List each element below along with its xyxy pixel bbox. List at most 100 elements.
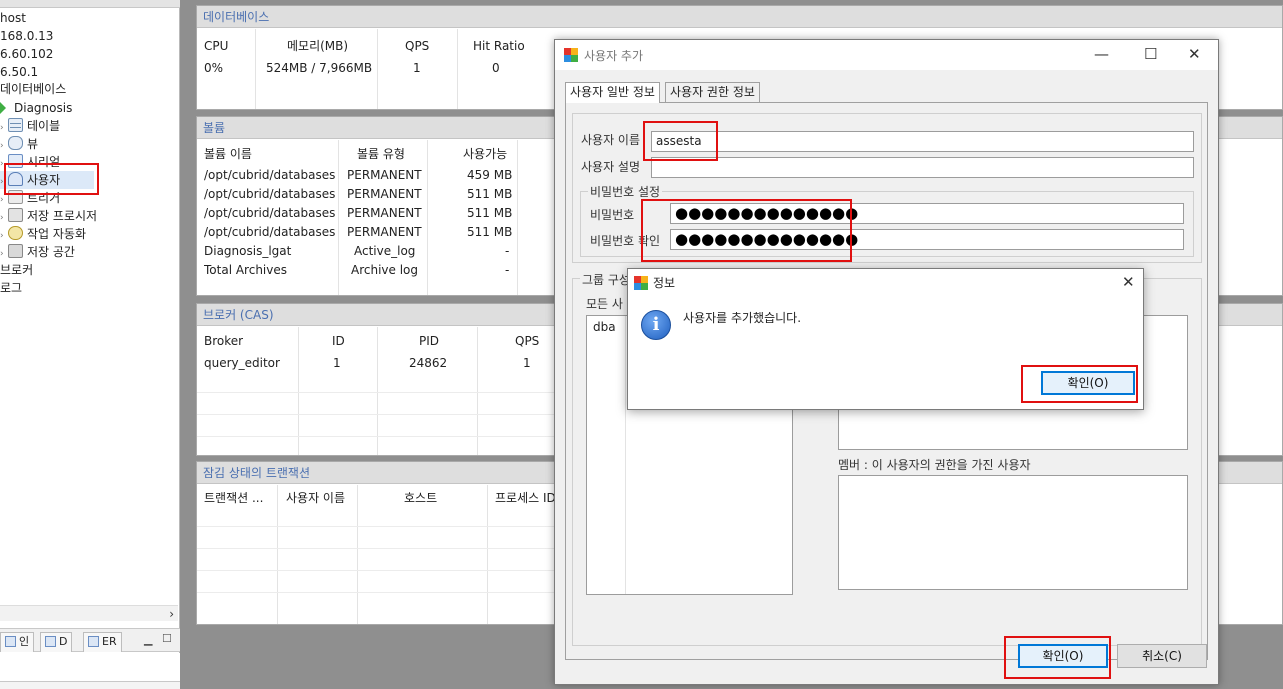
navigator-horizontal-scrollbar[interactable]: › — [0, 605, 178, 621]
column-divider — [487, 485, 488, 624]
tree-item-tables[interactable]: › 테이블 — [0, 117, 60, 135]
tree-label: 저장 프로시저 — [27, 209, 98, 223]
tree-label: host — [0, 11, 26, 25]
column-divider — [427, 140, 428, 295]
row-divider — [197, 548, 557, 549]
info-confirm-button[interactable]: 확인(O) — [1041, 371, 1135, 395]
column-header[interactable]: 볼륨 이름 — [204, 145, 252, 164]
username-label: 사용자 이름 — [581, 133, 641, 147]
tree-item-serials[interactable]: › 시리얼 — [0, 153, 60, 171]
tree-item-storage[interactable]: › 저장 공간 — [0, 243, 75, 261]
row-divider — [197, 592, 557, 593]
gear-icon — [8, 226, 23, 240]
tab-er[interactable]: ER — [83, 632, 122, 652]
row-divider — [197, 392, 557, 393]
memory-value: 524MB / 7,966MB — [266, 61, 373, 75]
column-divider — [625, 316, 626, 594]
all-users-label: 모든 사 — [586, 297, 623, 311]
members-list[interactable] — [838, 475, 1188, 590]
confirm-button[interactable]: 확인(O) — [1018, 644, 1108, 668]
column-header[interactable]: Broker — [204, 332, 243, 351]
description-input[interactable] — [651, 157, 1194, 178]
tree-item-host-address-3[interactable]: 6.50.1 — [0, 63, 38, 81]
username-input[interactable]: assesta — [651, 131, 1194, 152]
cancel-button[interactable]: 취소(C) — [1117, 644, 1207, 668]
row-divider — [197, 570, 557, 571]
minimize-view-icon[interactable]: ▁ — [144, 633, 152, 646]
column-header[interactable]: 메모리(MB) — [287, 37, 348, 56]
column-divider — [357, 485, 358, 624]
info-icon: i — [641, 310, 671, 340]
panel-title: 데이터베이스 — [197, 6, 1282, 28]
app-logo-icon — [634, 276, 648, 290]
list-item[interactable]: dba — [593, 320, 616, 334]
tab-label: 인 — [19, 635, 30, 648]
column-header[interactable]: PID — [419, 332, 439, 351]
minimize-icon[interactable]: — — [1094, 46, 1109, 62]
message-text: 사용자를 추가했습니다. — [683, 311, 802, 325]
column-header[interactable]: ID — [332, 332, 345, 351]
tree-item-host-address-1[interactable]: 168.0.13 — [0, 27, 53, 45]
password-confirm-label: 비밀번호 확인 — [590, 234, 661, 248]
group-config-title: 그룹 구성 — [580, 271, 632, 288]
navigator-bottom-tabs: 인 D ER ▁ ☐ — [0, 628, 180, 652]
tree-item-job-automation[interactable]: › 작업 자동화 — [0, 225, 86, 243]
tab-label: D — [59, 635, 68, 648]
column-header[interactable]: Hit Ratio — [473, 37, 525, 56]
tree-item-views[interactable]: › 뷰 — [0, 135, 38, 153]
close-icon[interactable]: ✕ — [1188, 46, 1201, 62]
tree-label: 168.0.13 — [0, 29, 54, 43]
table-cell: 511 MB — [467, 225, 513, 239]
scroll-right-icon[interactable]: › — [169, 606, 174, 622]
column-header[interactable]: 볼륨 유형 — [357, 145, 405, 164]
tree-label: 사용자 — [27, 173, 61, 187]
column-header[interactable]: QPS — [405, 37, 429, 56]
column-header[interactable]: 사용자 이름 — [286, 489, 345, 508]
maximize-view-icon[interactable]: ☐ — [162, 632, 172, 645]
password-label: 비밀번호 — [590, 208, 635, 222]
tree-item-databases[interactable]: 데이터베이스 — [0, 80, 66, 98]
tree-label: 6.60.102 — [0, 47, 54, 61]
index-icon — [5, 636, 16, 647]
close-icon[interactable]: ✕ — [1122, 274, 1135, 290]
table-cell: /opt/cubrid/databases... — [204, 187, 336, 201]
maximize-icon[interactable]: ☐ — [1144, 46, 1157, 62]
tree-item-triggers[interactable]: › 트리거 — [0, 189, 60, 207]
tree-item-diagnosis[interactable]: Diagnosis — [0, 99, 72, 117]
tree-label: 6.50.1 — [0, 65, 39, 79]
column-header[interactable]: CPU — [204, 37, 228, 56]
tab-user-permission-info[interactable]: 사용자 권한 정보 — [665, 82, 760, 103]
info-message-dialog: 정보 ✕ i 사용자를 추가했습니다. 확인(O) — [627, 268, 1144, 410]
column-header[interactable]: 호스트 — [404, 489, 437, 508]
tab-index[interactable]: 인 — [0, 632, 35, 652]
column-header[interactable]: 트랜잭션 ... — [204, 489, 274, 508]
table-cell: 511 MB — [467, 206, 513, 220]
members-label: 멤버 : 이 사용자의 권한을 가진 사용자 — [838, 458, 1031, 472]
column-header[interactable]: QPS — [515, 332, 539, 351]
tab-user-general-info[interactable]: 사용자 일반 정보 — [565, 82, 660, 103]
user-icon — [8, 172, 23, 186]
password-confirm-input[interactable]: ●●●●●●●●●●●●●● — [670, 229, 1184, 250]
er-diagram-icon — [88, 636, 99, 647]
tree-label: 브로커 — [0, 263, 34, 277]
password-input[interactable]: ●●●●●●●●●●●●●● — [670, 203, 1184, 224]
table-cell: PERMANENT — [347, 225, 422, 239]
tree-item-users[interactable]: › 사용자 — [0, 171, 94, 189]
table-cell: PERMANENT — [347, 168, 422, 182]
column-header[interactable]: 프로세스 ID — [495, 489, 555, 508]
tree-item-stored-procedures[interactable]: › 저장 프로시저 — [0, 207, 97, 225]
broker-id: 1 — [333, 356, 341, 370]
tree-label: 저장 공간 — [27, 245, 75, 259]
broker-pid: 24862 — [409, 356, 448, 370]
tree-item-host[interactable]: host — [0, 9, 26, 27]
qps-value: 1 — [413, 61, 421, 75]
tree-item-brokers[interactable]: 브로커 — [0, 261, 33, 279]
tree-label: 로그 — [0, 281, 23, 295]
tree-item-logs[interactable]: 로그 — [0, 279, 22, 297]
serial-icon — [8, 154, 23, 168]
table-cell: - — [505, 263, 510, 277]
column-header[interactable]: 사용가능 — [463, 145, 507, 164]
tree-item-host-address-2[interactable]: 6.60.102 — [0, 45, 53, 63]
tab-d[interactable]: D — [40, 632, 73, 652]
table-icon — [8, 118, 23, 132]
